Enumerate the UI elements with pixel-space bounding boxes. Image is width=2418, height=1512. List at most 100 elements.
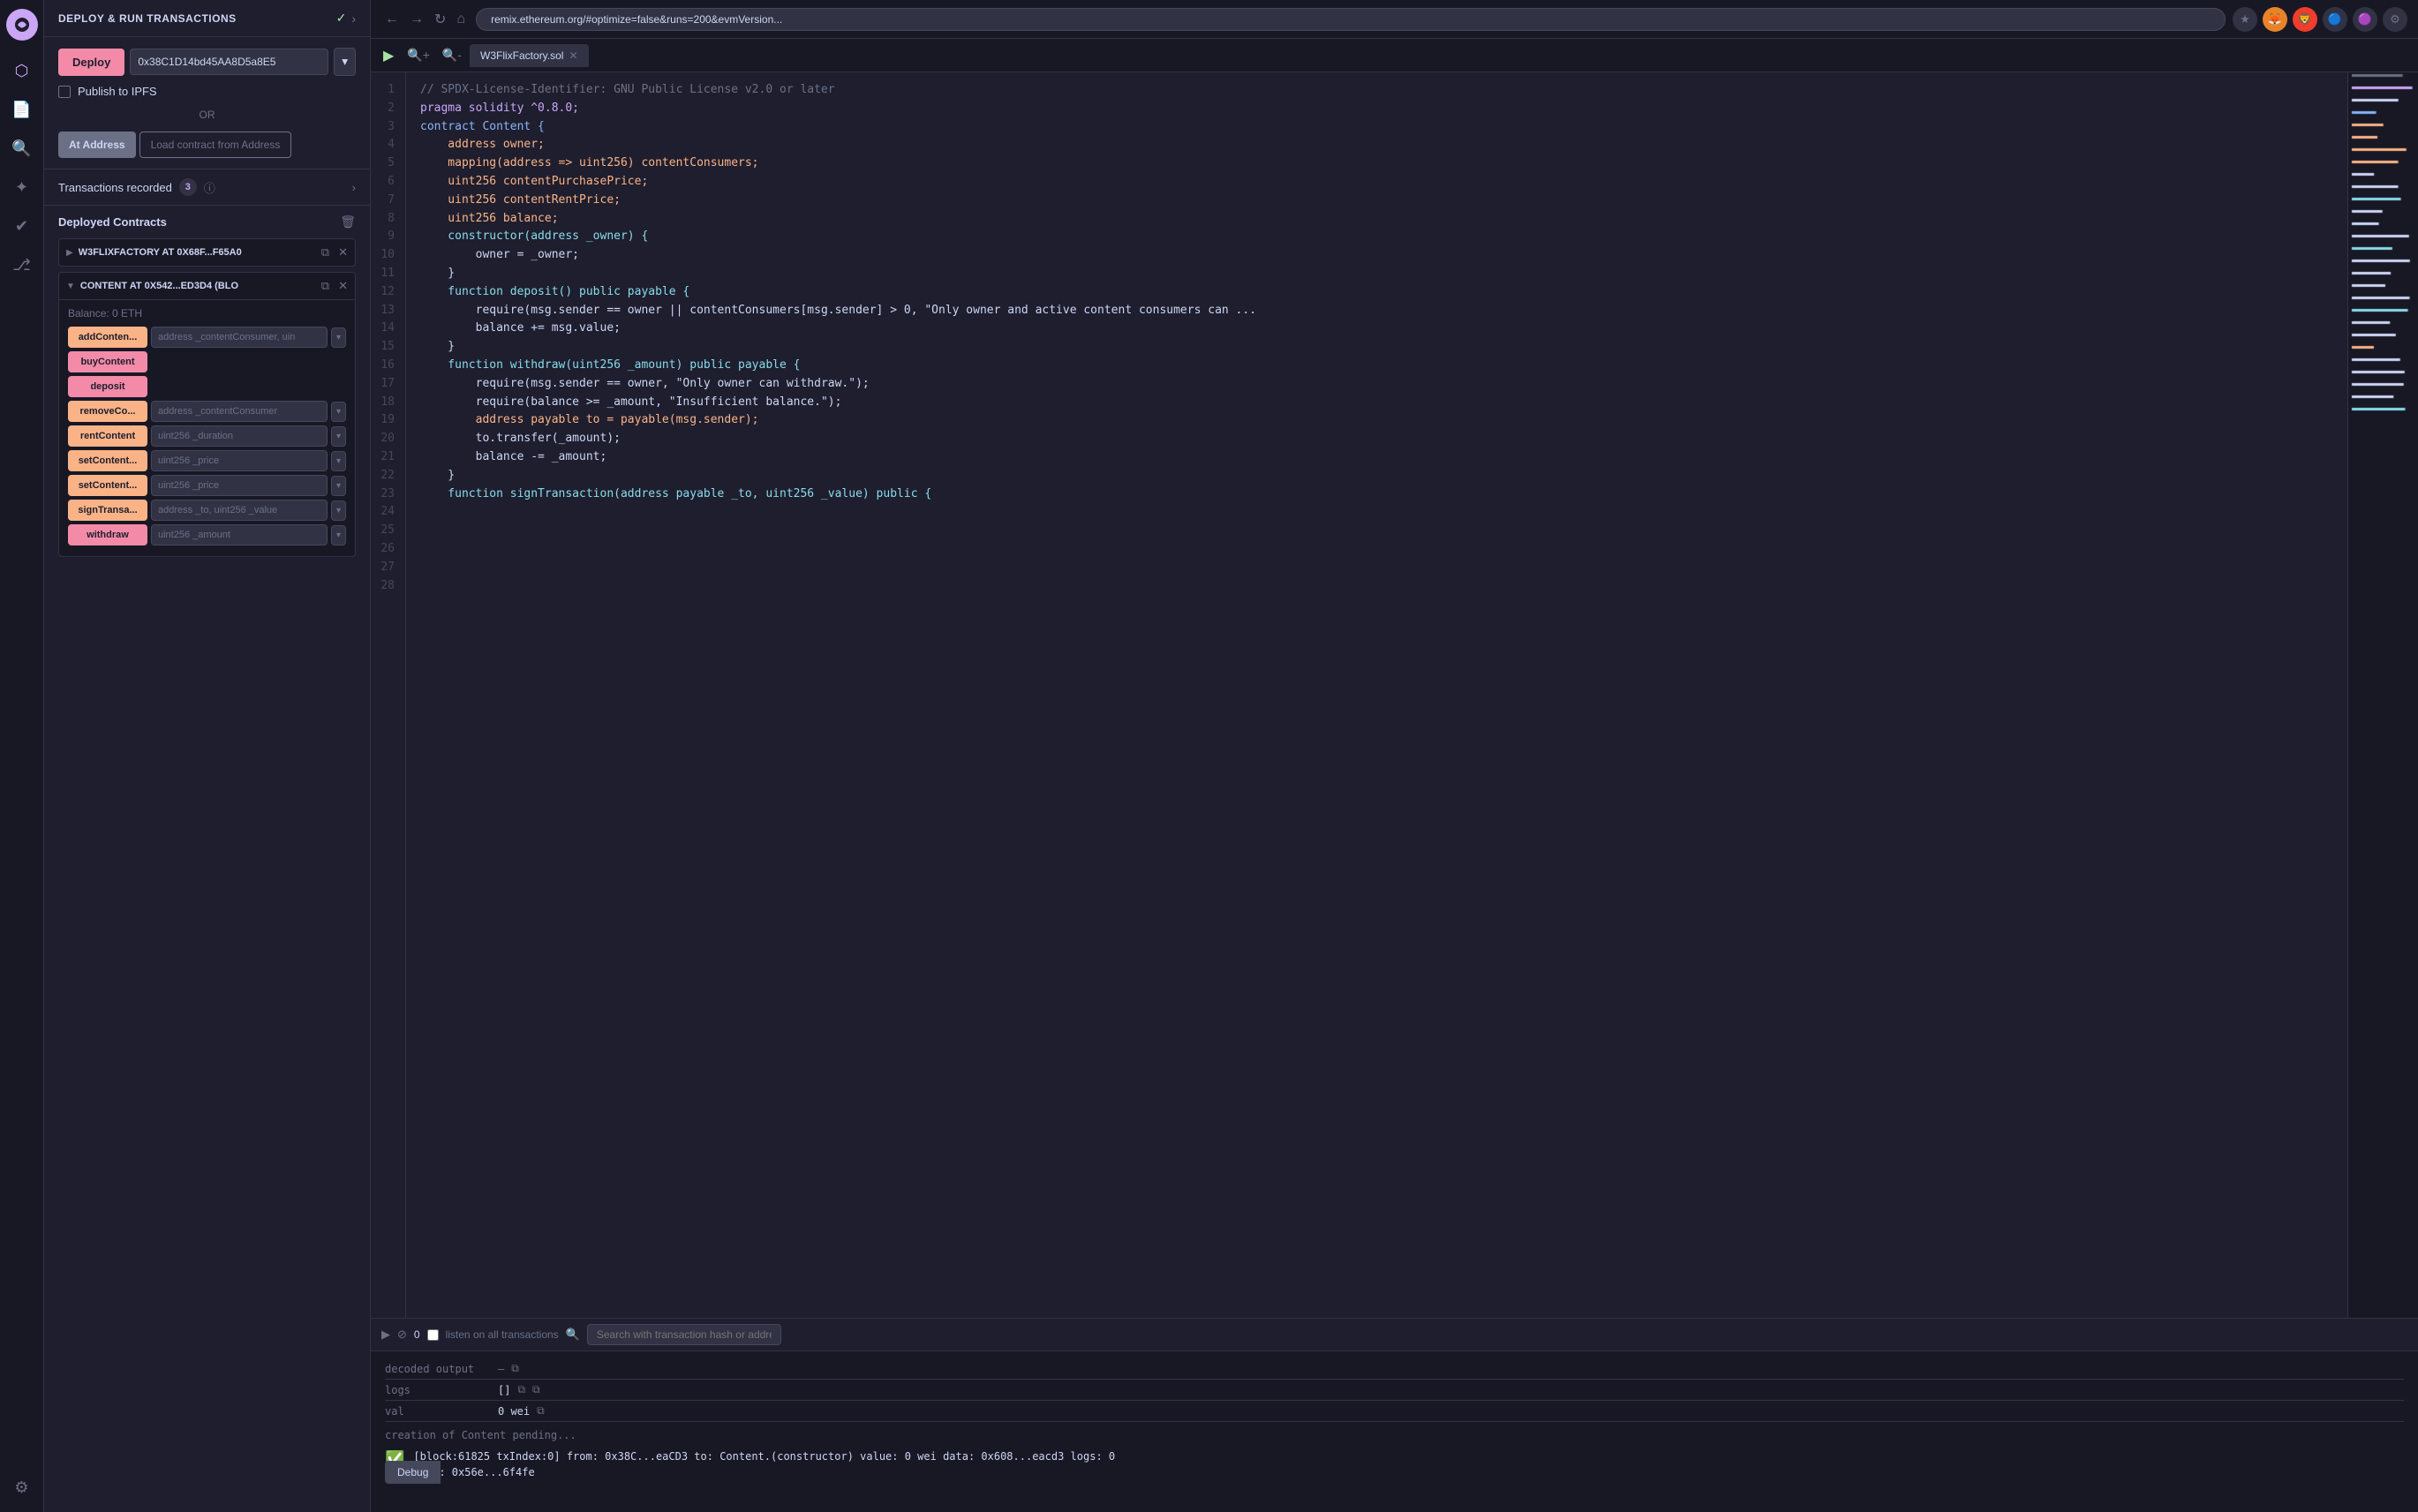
reload-button[interactable]: ↻ xyxy=(431,9,449,30)
fn-signtransaction-button[interactable]: signTransa... xyxy=(68,500,147,521)
contract-item-w3flixfactory: ▶ W3FLIXFACTORY AT 0X68F...F65A0 ⧉ ✕ xyxy=(58,238,356,267)
fn-buycontent-button[interactable]: buyContent xyxy=(68,351,147,372)
fn-setcontent1-dropdown[interactable]: ▾ xyxy=(331,451,346,471)
contract-name-w3flixfactory: W3FLIXFACTORY AT 0X68F...F65A0 xyxy=(79,247,313,258)
fn-rentcontent-input[interactable] xyxy=(151,425,328,447)
bottom-content: decoded output – ⧉ logs [] ⧉ ⧉ val 0 wei… xyxy=(371,1351,2418,1512)
ext1-icon[interactable]: 🔵 xyxy=(2323,7,2347,32)
publish-checkbox[interactable] xyxy=(58,86,71,98)
deploy-row: Deploy ▾ xyxy=(58,48,356,76)
contract-item-content: ▼ CONTENT AT 0X542...ED3D4 (BLO ⧉ ✕ Bala… xyxy=(58,272,356,557)
decoded-output-row: decoded output – ⧉ xyxy=(385,1358,2404,1380)
fn-setcontent1-button[interactable]: setContent... xyxy=(68,450,147,471)
fn-removecontent-button[interactable]: removeCo... xyxy=(68,401,147,422)
fn-row-buycontent: buyContent xyxy=(68,351,346,372)
ext3-icon[interactable]: ⚙ xyxy=(2383,7,2407,32)
bookmark-icon[interactable]: ★ xyxy=(2233,7,2257,32)
deploy-dropdown[interactable]: ▾ xyxy=(334,48,356,76)
contract-toggle-icon: ▶ xyxy=(66,248,73,258)
logs-label: logs xyxy=(385,1384,491,1396)
files-icon[interactable]: 📄 xyxy=(6,94,38,125)
fn-rentcontent-dropdown[interactable]: ▾ xyxy=(331,426,346,447)
search-bottom-input[interactable] xyxy=(587,1324,781,1345)
back-button[interactable]: ← xyxy=(381,9,403,30)
fn-setcontent2-input[interactable] xyxy=(151,475,328,496)
fn-addcontent-button[interactable]: addConten... xyxy=(68,327,147,348)
zoom-in-icon[interactable]: 🔍+ xyxy=(403,46,434,64)
fn-withdraw-dropdown[interactable]: ▾ xyxy=(331,525,346,545)
search-icon[interactable]: 🔍 xyxy=(6,132,38,164)
fn-rentcontent-button[interactable]: rentContent xyxy=(68,425,147,447)
transactions-expand-icon[interactable]: › xyxy=(352,181,356,194)
info-icon[interactable]: ⓘ xyxy=(204,179,215,196)
forward-button[interactable]: → xyxy=(406,9,427,30)
trash-icon[interactable]: 🗑 xyxy=(340,214,356,229)
fn-deposit-button[interactable]: deposit xyxy=(68,376,147,397)
at-address-button[interactable]: At Address xyxy=(58,132,136,158)
deploy-address-input[interactable] xyxy=(130,49,328,75)
val-copy-icon[interactable]: ⧉ xyxy=(537,1404,545,1418)
fn-setcontent2-button[interactable]: setContent... xyxy=(68,475,147,496)
settings-icon[interactable]: ⚙ xyxy=(6,1471,38,1503)
bottom-toolbar-run-icon[interactable]: ▶ xyxy=(381,1328,390,1342)
sidebar-title: DEPLOY & RUN TRANSACTIONS xyxy=(58,12,237,25)
logs-val: [] xyxy=(498,1384,510,1396)
ext2-icon[interactable]: 🟣 xyxy=(2353,7,2377,32)
test-icon[interactable]: ✔ xyxy=(6,210,38,242)
contract-header-w3flixfactory[interactable]: ▶ W3FLIXFACTORY AT 0X68F...F65A0 ⧉ ✕ xyxy=(59,239,355,266)
compile-icon[interactable]: ✦ xyxy=(6,171,38,203)
deploy-icon[interactable]: ⬡ xyxy=(6,55,38,87)
fn-setcontent2-dropdown[interactable]: ▾ xyxy=(331,476,346,496)
fn-signtransaction-input[interactable] xyxy=(151,500,328,521)
contract-header-content[interactable]: ▼ CONTENT AT 0X542...ED3D4 (BLO ⧉ ✕ xyxy=(59,273,355,299)
editor-area: ▶ 🔍+ 🔍- W3FlixFactory.sol ✕ 123456789101… xyxy=(371,39,2418,1512)
fn-signtransaction-dropdown[interactable]: ▾ xyxy=(331,500,346,521)
logs-copy-icon-1[interactable]: ⧉ xyxy=(517,1383,525,1396)
app-logo xyxy=(6,9,38,41)
tab-close-icon[interactable]: ✕ xyxy=(569,49,577,62)
val-row: val 0 wei ⧉ xyxy=(385,1401,2404,1422)
decoded-output-copy-icon[interactable]: ⧉ xyxy=(511,1362,519,1375)
fn-addcontent-dropdown[interactable]: ▾ xyxy=(331,327,346,348)
fn-withdraw-input[interactable] xyxy=(151,524,328,545)
fn-withdraw-button[interactable]: withdraw xyxy=(68,524,147,545)
fn-removecontent-dropdown[interactable]: ▾ xyxy=(331,402,346,422)
logs-copy-icon-2[interactable]: ⧉ xyxy=(532,1383,540,1396)
fn-row-setcontent1: setContent... ▾ xyxy=(68,450,346,471)
deployed-header: Deployed Contracts 🗑 xyxy=(58,214,356,229)
fn-addcontent-input[interactable] xyxy=(151,327,328,348)
brave-icon[interactable]: 🦁 xyxy=(2293,7,2317,32)
search-bottom-icon[interactable]: 🔍 xyxy=(566,1328,580,1342)
url-bar[interactable] xyxy=(476,8,2226,31)
bottom-panel: ▶ ⊘ 0 listen on all transactions 🔍 decod… xyxy=(371,1318,2418,1512)
zoom-out-icon[interactable]: 🔍- xyxy=(438,46,466,64)
sidebar-content: Deploy ▾ Publish to IPFS OR At Address L… xyxy=(44,37,370,169)
home-button[interactable]: ⌂ xyxy=(453,9,469,30)
fn-setcontent1-input[interactable] xyxy=(151,450,328,471)
copy-address-icon-2[interactable]: ⧉ xyxy=(321,279,329,293)
expand-icon[interactable]: › xyxy=(351,11,356,26)
val-label: val xyxy=(385,1405,491,1418)
val-value: 0 wei xyxy=(498,1405,530,1418)
sidebar-header: DEPLOY & RUN TRANSACTIONS ✓ › xyxy=(44,0,370,37)
copy-address-icon[interactable]: ⧉ xyxy=(321,245,329,260)
debug-button[interactable]: Debug xyxy=(385,1461,441,1484)
deploy-button[interactable]: Deploy xyxy=(58,49,124,76)
bottom-toolbar-block-icon[interactable]: ⊘ xyxy=(397,1328,407,1342)
publish-label: Publish to IPFS xyxy=(78,85,157,98)
close-contract-icon[interactable]: ✕ xyxy=(338,245,348,260)
fn-removecontent-input[interactable] xyxy=(151,401,328,422)
code-content[interactable]: // SPDX-License-Identifier: GNU Public L… xyxy=(406,72,2347,1318)
editor-tab[interactable]: W3FlixFactory.sol ✕ xyxy=(470,44,589,67)
metamask-icon[interactable]: 🦊 xyxy=(2263,7,2287,32)
run-button[interactable]: ▶ xyxy=(378,45,399,66)
git-icon[interactable]: ⎇ xyxy=(6,249,38,281)
close-contract-icon-2[interactable]: ✕ xyxy=(338,279,348,293)
tx-count: 0 xyxy=(414,1328,420,1341)
tx-count-badge: 3 xyxy=(179,178,197,196)
sidebar: DEPLOY & RUN TRANSACTIONS ✓ › Deploy ▾ P… xyxy=(44,0,371,1512)
icon-bar: ⬡ 📄 🔍 ✦ ✔ ⎇ ⚙ xyxy=(0,0,44,1512)
listen-checkbox[interactable] xyxy=(427,1329,439,1341)
minimap xyxy=(2347,72,2418,1318)
load-contract-button[interactable]: Load contract from Address xyxy=(139,132,292,158)
